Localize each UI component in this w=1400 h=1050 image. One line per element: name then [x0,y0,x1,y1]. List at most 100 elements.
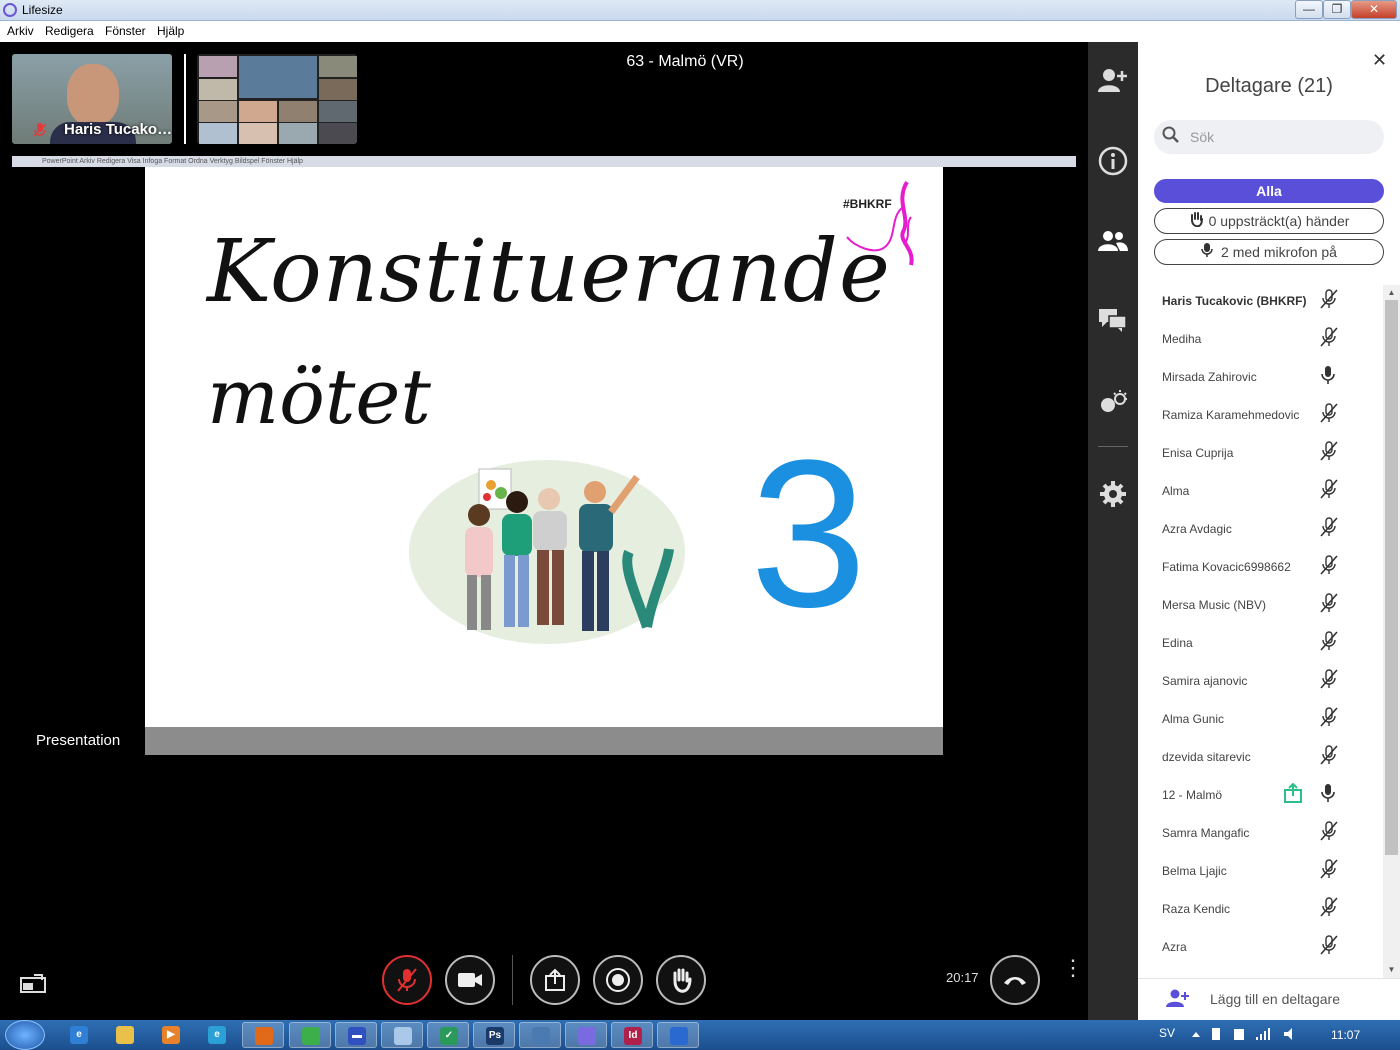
end-call-button[interactable] [990,955,1040,1005]
participant-row[interactable]: dzevida sitarevic [1138,745,1383,783]
scrollbar-thumb[interactable] [1385,300,1398,855]
add-participant-icon[interactable] [1088,60,1138,100]
taskbar-button[interactable] [381,1022,423,1048]
microphone-muted-icon[interactable] [1320,555,1338,575]
microphone-muted-icon[interactable] [1320,707,1338,727]
chat-icon[interactable] [1088,300,1138,340]
taskbar-button[interactable] [104,1022,146,1048]
taskbar-button[interactable]: ▶ [150,1022,192,1048]
add-participant-label[interactable]: Lägg till en deltagare [1210,991,1340,1007]
microphone-muted-icon[interactable] [1320,935,1338,955]
add-person-icon[interactable] [1166,988,1190,1013]
more-options-icon[interactable]: ⋮ [1062,957,1084,979]
menu-redigera[interactable]: Redigera [45,24,94,38]
participant-row[interactable]: Azra [1138,935,1383,973]
microphone-icon[interactable] [1320,783,1336,803]
participant-row[interactable]: Raza Kendic [1138,897,1383,935]
search-input[interactable] [1190,128,1370,146]
microphone-muted-icon[interactable] [1320,821,1338,841]
microphone-muted-icon[interactable] [1320,517,1338,537]
microphone-icon [1201,241,1213,265]
filter-raised-hands-button[interactable]: 0 uppsträckt(a) händer [1154,208,1384,234]
participant-row[interactable]: Mediha [1138,327,1383,365]
lifesize-icon [578,1027,596,1045]
participant-face [67,64,119,126]
microphone-muted-icon[interactable] [1320,441,1338,461]
microphone-muted-icon[interactable] [1320,479,1338,499]
edge-icon: e [208,1026,226,1044]
start-button[interactable] [5,1020,45,1050]
menu-hjalp[interactable]: Hjälp [157,24,184,38]
camera-button[interactable] [445,955,495,1005]
taskbar-button[interactable] [519,1022,561,1048]
microphone-muted-icon[interactable] [1320,327,1338,347]
window-titlebar[interactable] [0,0,1400,21]
mute-microphone-button[interactable] [382,955,432,1005]
picture-in-picture-icon[interactable] [20,973,46,993]
taskbar-button[interactable]: ✓ [427,1022,469,1048]
microphone-muted-icon[interactable] [1320,897,1338,917]
microphone-muted-icon[interactable] [1320,859,1338,879]
participant-row[interactable]: 12 - Malmö [1138,782,1383,821]
participant-row[interactable]: Edina [1138,631,1383,669]
taskbar-button[interactable]: ▬ [335,1022,377,1048]
microphone-muted-icon[interactable] [1320,289,1338,309]
slide-title-line1: Konstituerande [207,222,891,322]
microphone-muted-icon[interactable] [1320,631,1338,651]
participant-row[interactable]: Mirsada Zahirovic [1138,365,1383,403]
participant-row[interactable]: Alma Gunic [1138,707,1383,745]
participant-row[interactable]: Samira ajanovic [1138,669,1383,707]
participant-row[interactable]: Enisa Cuprija [1138,441,1383,479]
share-screen-button[interactable] [530,955,580,1005]
microphone-muted-icon[interactable] [1320,403,1338,423]
participant-name: Ramiza Karamehmedovic [1162,408,1300,422]
close-panel-icon[interactable]: ✕ [1372,50,1387,71]
taskbar-button[interactable] [242,1022,284,1048]
taskbar-button[interactable]: e [196,1022,238,1048]
participant-row[interactable]: Mersa Music (NBV) [1138,593,1383,631]
record-button[interactable] [593,955,643,1005]
raise-hand-button[interactable] [656,955,706,1005]
taskbar-button[interactable] [565,1022,607,1048]
taskbar-button[interactable]: Ps [473,1022,515,1048]
microphone-muted-icon[interactable] [1320,745,1338,765]
maximize-button[interactable]: ❐ [1323,0,1351,19]
raised-hand-icon [1189,210,1203,234]
minimize-button[interactable]: — [1295,0,1323,19]
scroll-up-arrow[interactable]: ▲ [1386,288,1397,297]
system-tray-icons[interactable] [1190,1026,1310,1045]
filter-mics-on-button[interactable]: 2 med mikrofon på [1154,239,1384,265]
save-icon: ▬ [348,1027,366,1045]
menu-fonster[interactable]: Fönster [105,24,146,38]
participant-row[interactable]: Azra Avdagic [1138,517,1383,555]
microphone-muted-icon[interactable] [1320,593,1338,613]
participant-row[interactable]: Belma Ljajic [1138,859,1383,897]
settings-gear-icon[interactable] [1088,474,1138,514]
effects-icon[interactable] [1088,382,1138,422]
participant-row[interactable]: Alma [1138,479,1383,517]
presentation-slide: Konstituerande mötet #BHKRF 3 [145,167,943,727]
participant-row[interactable]: Fatima Kovacic6998662 [1138,555,1383,593]
participant-row[interactable]: Haris Tucakovic (BHKRF) [1138,289,1383,327]
participant-row[interactable]: Ramiza Karamehmedovic [1138,403,1383,441]
menu-arkiv[interactable]: Arkiv [7,24,34,38]
gallery-video-tile[interactable] [197,54,357,144]
language-indicator[interactable]: SV [1159,1026,1175,1040]
participant-row[interactable]: Samra Mangafic [1138,821,1383,859]
taskbar-button[interactable]: e [58,1022,100,1048]
microphone-icon[interactable] [1320,365,1336,385]
microphone-muted-icon[interactable] [1320,669,1338,689]
self-video-tile[interactable]: Haris Tucako… [12,54,172,144]
filter-all-button[interactable]: Alla [1154,179,1384,203]
taskbar-button[interactable]: Id [611,1022,653,1048]
menu-bar [0,21,1400,42]
shared-screen-menubar: PowerPoint Arkiv Redigera Visa Infoga Fo… [12,156,1076,167]
taskbar-button[interactable] [657,1022,699,1048]
taskbar-button[interactable] [289,1022,331,1048]
self-name-label: Haris Tucako… [64,121,172,138]
scroll-down-arrow[interactable]: ▼ [1386,965,1397,974]
window-icon [532,1027,550,1045]
participants-icon[interactable] [1088,221,1138,261]
close-window-button[interactable]: ✕ [1351,0,1397,19]
info-icon[interactable] [1088,141,1138,181]
